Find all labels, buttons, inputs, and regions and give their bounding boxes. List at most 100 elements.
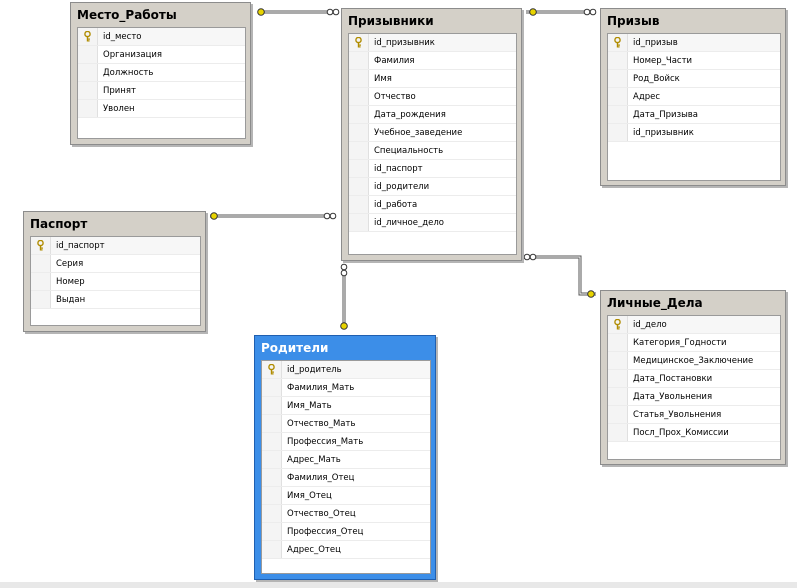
row-selector	[608, 334, 628, 351]
column-row[interactable]: Имя	[349, 70, 516, 88]
column-name: Учебное_заведение	[374, 127, 463, 138]
column-row[interactable]: Посл_Прох_Комиссии	[608, 424, 780, 442]
column-row[interactable]: Профессия_Отец	[262, 523, 430, 541]
key-end-icon	[529, 8, 537, 16]
column-row[interactable]: Медицинское_Заключение	[608, 352, 780, 370]
column-name: id_дело	[633, 319, 667, 330]
column-row[interactable]: Статья_Увольнения	[608, 406, 780, 424]
column-name: Должность	[103, 67, 154, 78]
column-name: Профессия_Отец	[287, 526, 364, 537]
column-name: Организация	[103, 49, 162, 60]
column-name: Посл_Прох_Комиссии	[633, 427, 729, 438]
row-selector	[262, 397, 282, 414]
column-row[interactable]: id_личное_дело	[349, 214, 516, 232]
table-pasport[interactable]: Паспорт id_паспорт Серия Номер Выдан	[23, 211, 206, 332]
column-row[interactable]: Отчество	[349, 88, 516, 106]
table-prizyvniki[interactable]: Призывники id_призывник Фамилия Имя Отчеств…	[341, 8, 522, 261]
row-selector	[262, 379, 282, 396]
column-row[interactable]: id_призывник	[349, 34, 516, 52]
column-row[interactable]: id_работа	[349, 196, 516, 214]
column-name: id_место	[103, 31, 142, 42]
column-row[interactable]: id_родители	[349, 178, 516, 196]
column-name: Имя_Отец	[287, 490, 332, 501]
row-selector	[608, 124, 628, 141]
row-selector	[608, 388, 628, 405]
table-roditeli[interactable]: Родители id_родитель Фамилия_Мать Имя_Мать…	[254, 335, 436, 580]
row-selector	[349, 160, 369, 177]
table-lichnye-dela[interactable]: Личные_Дела id_дело Категория_Годности Мед…	[600, 290, 786, 465]
primary-key-icon	[349, 34, 369, 51]
column-row[interactable]: Фамилия_Отец	[262, 469, 430, 487]
column-name: Выдан	[56, 294, 86, 305]
column-row[interactable]: id_призывник	[608, 124, 780, 142]
column-row[interactable]: Отчество_Отец	[262, 505, 430, 523]
column-name: Адрес_Мать	[287, 454, 341, 465]
column-name: Принят	[103, 85, 136, 96]
column-row[interactable]: Номер_Части	[608, 52, 780, 70]
many-end-icon	[340, 263, 348, 277]
column-name: Профессия_Мать	[287, 436, 364, 447]
column-row[interactable]: Номер	[31, 273, 200, 291]
column-row[interactable]: Профессия_Мать	[262, 433, 430, 451]
table-prizyv[interactable]: Призыв id_призыв Номер_Части Род_Войск Адре…	[600, 8, 786, 186]
column-row[interactable]: Фамилия	[349, 52, 516, 70]
row-selector	[349, 196, 369, 213]
row-selector	[31, 255, 51, 272]
column-list: id_паспорт Серия Номер Выдан	[30, 236, 201, 326]
column-row[interactable]: id_призыв	[608, 34, 780, 52]
primary-key-icon	[78, 28, 98, 45]
row-selector	[78, 46, 98, 63]
column-row[interactable]: Имя_Отец	[262, 487, 430, 505]
column-row[interactable]: Адрес	[608, 88, 780, 106]
column-row[interactable]: Специальность	[349, 142, 516, 160]
column-row[interactable]: id_паспорт	[31, 237, 200, 255]
column-name: Отчество	[374, 91, 416, 102]
column-row[interactable]: Выдан	[31, 291, 200, 309]
column-row[interactable]: Фамилия_Мать	[262, 379, 430, 397]
column-row[interactable]: Отчество_Мать	[262, 415, 430, 433]
relationship-line[interactable]	[524, 255, 596, 296]
column-row[interactable]: Дата_Призыва	[608, 106, 780, 124]
column-row[interactable]: id_дело	[608, 316, 780, 334]
column-name: id_паспорт	[374, 163, 423, 174]
column-row[interactable]: Категория_Годности	[608, 334, 780, 352]
column-name: id_призывник	[633, 127, 694, 138]
column-name: id_работа	[374, 199, 418, 210]
column-name: id_личное_дело	[374, 217, 444, 228]
row-selector	[349, 142, 369, 159]
column-row[interactable]: Уволен	[78, 100, 245, 118]
table-mesto-raboty[interactable]: Место_Работы id_место Организация Должност…	[70, 2, 251, 145]
column-row[interactable]: Учебное_заведение	[349, 124, 516, 142]
key-end-icon	[340, 322, 348, 330]
column-row[interactable]: Дата_Постановки	[608, 370, 780, 388]
many-end-icon	[583, 8, 597, 16]
column-name: id_родитель	[287, 364, 342, 375]
column-row[interactable]: Должность	[78, 64, 245, 82]
primary-key-icon	[608, 316, 628, 333]
row-selector	[262, 433, 282, 450]
column-row[interactable]: id_паспорт	[349, 160, 516, 178]
key-end-icon	[587, 290, 595, 298]
column-row[interactable]: id_родитель	[262, 361, 430, 379]
column-row[interactable]: Род_Войск	[608, 70, 780, 88]
column-name: Уволен	[103, 103, 135, 114]
diagram-canvas: Место_Работы id_место Организация Должност…	[0, 0, 797, 588]
column-name: id_призывник	[374, 37, 435, 48]
row-selector	[349, 178, 369, 195]
column-row[interactable]: Дата_Увольнения	[608, 388, 780, 406]
row-selector	[349, 124, 369, 141]
column-row[interactable]: Серия	[31, 255, 200, 273]
column-row[interactable]: Дата_рождения	[349, 106, 516, 124]
column-name: Род_Войск	[633, 73, 680, 84]
column-row[interactable]: id_место	[78, 28, 245, 46]
column-row[interactable]: Принят	[78, 82, 245, 100]
column-row[interactable]: Имя_Мать	[262, 397, 430, 415]
row-selector	[78, 64, 98, 81]
row-selector	[31, 291, 51, 308]
column-row[interactable]: Организация	[78, 46, 245, 64]
column-name: Дата_Увольнения	[633, 391, 713, 402]
column-row[interactable]: Адрес_Мать	[262, 451, 430, 469]
column-name: Фамилия_Отец	[287, 472, 355, 483]
table-title: Призывники	[348, 14, 434, 28]
column-row[interactable]: Адрес_Отец	[262, 541, 430, 559]
